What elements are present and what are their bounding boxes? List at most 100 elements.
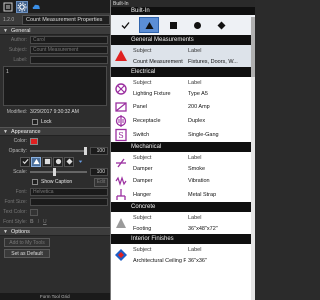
subject-field[interactable]: Count Measurement: [30, 46, 108, 54]
subject-key: Subject: [133, 246, 152, 253]
opacity-row: Opacity: 100: [0, 146, 110, 156]
shape-triangle-icon[interactable]: [31, 156, 41, 167]
italic-button[interactable]: I: [38, 219, 39, 225]
ceiling-panel-icon: [111, 244, 131, 266]
properties-toolbar: [0, 0, 110, 14]
status-text: Form Tool Grid: [40, 294, 70, 299]
show-caption-checkbox[interactable]: [32, 179, 38, 185]
subject-key: Subject: [133, 79, 152, 86]
tool-item[interactable]: Subject Label Architectural Ceiling Pane…: [111, 244, 255, 266]
panel-code: 1.2.0: [3, 16, 15, 23]
shape-check-icon[interactable]: [20, 156, 30, 167]
lock-checkbox[interactable]: [32, 119, 38, 125]
tool-label: Single-Gang: [188, 132, 219, 138]
opacity-slider-knob[interactable]: [84, 147, 87, 155]
font-size-label: Font Size:: [4, 199, 27, 205]
damper-icon: [111, 152, 131, 174]
label-row: Label:: [0, 55, 110, 65]
dropdown-header: Built-In: [111, 0, 255, 7]
tool-item[interactable]: Subject Label Count Measurement Fixtures…: [111, 45, 255, 67]
label-label: Label:: [13, 57, 27, 63]
category-general-measurements: General Measurements: [111, 35, 255, 45]
shape-circle-icon[interactable]: [53, 156, 63, 167]
author-field[interactable]: Carol: [30, 36, 108, 44]
category-label: General Measurements: [131, 37, 194, 43]
note-textarea[interactable]: 1: [3, 66, 107, 106]
subject-key: Subject: [133, 47, 152, 54]
shape-square-icon[interactable]: [42, 156, 52, 167]
gear-icon[interactable]: [16, 1, 28, 13]
scale-slider[interactable]: [30, 168, 87, 176]
dropdown-scrollbar-thumb[interactable]: [251, 17, 255, 77]
subject-row: Subject: Count Measurement: [0, 45, 110, 55]
tool-subject: Hanger: [133, 192, 152, 198]
label-key: Label: [188, 246, 202, 253]
dropdown-scrollbar[interactable]: [251, 17, 255, 300]
tool-item[interactable]: Damper Vibration: [111, 174, 255, 188]
modified-value: 3/29/2017 9:30:32 AM: [30, 109, 79, 115]
caption-row: Show Caption Edit: [0, 177, 110, 187]
category-label: Electrical: [131, 69, 156, 75]
builtin-square-icon[interactable]: [163, 17, 183, 33]
label-field[interactable]: [30, 56, 108, 64]
bold-button[interactable]: B: [30, 219, 34, 225]
color-row: Color:: [0, 136, 110, 146]
font-style-row: Font Style: B I U: [0, 217, 110, 227]
shape-diamond-icon[interactable]: [64, 156, 74, 167]
tool-label: Metal Strap: [188, 192, 217, 198]
font-size-field[interactable]: [30, 198, 108, 206]
text-color-swatch[interactable]: [30, 208, 38, 216]
font-field[interactable]: Helvetica: [30, 188, 108, 196]
edit-caption-button[interactable]: Edit: [94, 177, 108, 187]
builtin-shape-row: [111, 15, 255, 35]
scale-value[interactable]: 100: [90, 168, 108, 176]
tool-subject: Lighting Fixture: [133, 91, 171, 98]
opacity-label: Opacity:: [8, 148, 27, 154]
add-to-my-tools-button[interactable]: Add to My Tools: [4, 238, 50, 247]
shape-dropdown-icon[interactable]: [75, 157, 85, 167]
hanger-icon: [111, 188, 131, 202]
section-appearance[interactable]: ▼ Appearance: [0, 127, 110, 136]
tool-label: 200 Amp: [188, 104, 210, 110]
author-label: Author:: [10, 37, 27, 43]
section-options[interactable]: ▼ Options: [0, 227, 110, 236]
font-size-row: Font Size:: [0, 197, 110, 207]
tool-item[interactable]: Subject Label Lighting Fixture Type A5: [111, 77, 255, 100]
properties-icon[interactable]: [2, 1, 14, 13]
tool-item[interactable]: Panel 200 Amp: [111, 100, 255, 114]
panel-icon: [111, 100, 131, 114]
cloud-icon[interactable]: [30, 1, 42, 13]
opacity-value[interactable]: 100: [90, 147, 108, 155]
tool-item[interactable]: Subject Label Footing 36"x48"x72": [111, 212, 255, 234]
builtin-circle-icon[interactable]: [187, 17, 207, 33]
underline-button[interactable]: U: [43, 219, 47, 225]
font-style-label: Font Style:: [3, 219, 27, 225]
font-label: Font:: [15, 189, 27, 195]
scale-label: Scale:: [13, 169, 27, 175]
tool-item[interactable]: Hanger Metal Strap: [111, 188, 255, 202]
category-concrete: Concrete: [111, 202, 255, 212]
opacity-slider[interactable]: [30, 147, 87, 155]
set-as-default-button[interactable]: Set as Default: [4, 249, 50, 258]
color-swatch[interactable]: [30, 137, 38, 145]
text-color-label: Text Color:: [3, 209, 27, 215]
category-label: Mechanical: [131, 144, 162, 150]
builtin-check-icon[interactable]: [115, 17, 135, 33]
subject-label: Subject:: [8, 47, 27, 53]
tool-item[interactable]: Receptacle Duplex: [111, 114, 255, 128]
status-bar: Form Tool Grid: [0, 293, 110, 300]
builtin-diamond-icon[interactable]: [211, 17, 231, 33]
color-label: Color:: [13, 138, 27, 144]
scale-slider-knob[interactable]: [52, 168, 56, 176]
collapse-triangle-icon: ▼: [3, 128, 8, 135]
modified-row: Modified: 3/29/2017 9:30:32 AM: [0, 107, 110, 117]
label-key: Label: [188, 154, 202, 161]
tool-subject: Receptacle: [133, 118, 161, 124]
tool-item[interactable]: Subject Label Damper Smoke: [111, 152, 255, 174]
section-options-label: Options: [10, 228, 30, 235]
collapse-triangle-icon: ▼: [3, 228, 8, 235]
builtin-triangle-icon[interactable]: [139, 17, 159, 33]
card-icon: [111, 45, 131, 67]
section-general[interactable]: ▼ General: [0, 26, 110, 35]
tool-item[interactable]: S Switch Single-Gang: [111, 128, 255, 142]
